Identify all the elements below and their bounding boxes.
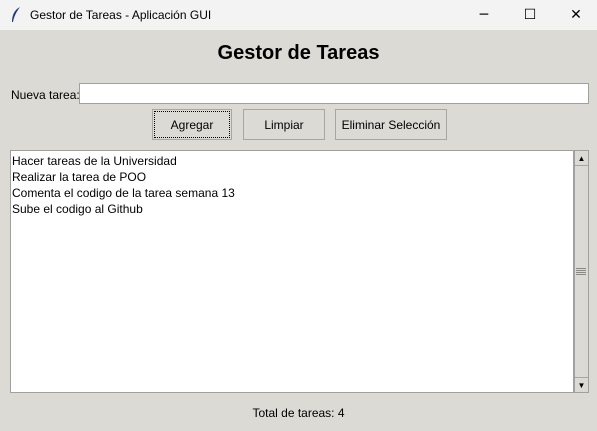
clear-button[interactable]: Limpiar xyxy=(243,109,325,140)
minimize-icon: ─ xyxy=(479,7,489,23)
list-item[interactable]: Realizar la tarea de POO xyxy=(12,169,572,185)
new-task-input[interactable] xyxy=(79,83,589,104)
feather-app-icon xyxy=(12,7,20,22)
task-list[interactable]: Hacer tareas de la Universidad Realizar … xyxy=(10,150,574,393)
vertical-scrollbar[interactable]: ▲ ▼ xyxy=(574,150,589,393)
scrollbar-thumb[interactable] xyxy=(575,165,588,378)
scroll-down-arrow-icon[interactable]: ▼ xyxy=(575,378,588,392)
page-title: Gestor de Tareas xyxy=(217,42,380,64)
maximize-button[interactable]: ☐ xyxy=(507,0,553,30)
list-item[interactable]: Comenta el codigo de la tarea semana 13 xyxy=(12,185,572,201)
scroll-up-arrow-icon[interactable]: ▲ xyxy=(575,151,588,165)
new-task-label: Nueva tarea: xyxy=(11,88,80,102)
task-count-status: Total de tareas: 4 xyxy=(252,406,345,420)
list-item[interactable]: Hacer tareas de la Universidad xyxy=(12,153,572,169)
window-title: Gestor de Tareas - Aplicación GUI xyxy=(30,8,212,22)
close-button[interactable]: ✕ xyxy=(553,0,597,30)
list-item[interactable]: Sube el codigo al Github xyxy=(12,201,572,217)
title-bar: Gestor de Tareas - Aplicación GUI ─ ☐ ✕ xyxy=(0,0,597,30)
delete-selection-button[interactable]: Eliminar Selección xyxy=(335,109,447,140)
grip-icon xyxy=(576,268,586,276)
close-icon: ✕ xyxy=(570,7,582,23)
minimize-button[interactable]: ─ xyxy=(461,0,507,30)
add-button[interactable]: Agregar xyxy=(152,109,232,140)
maximize-icon: ☐ xyxy=(523,7,537,23)
